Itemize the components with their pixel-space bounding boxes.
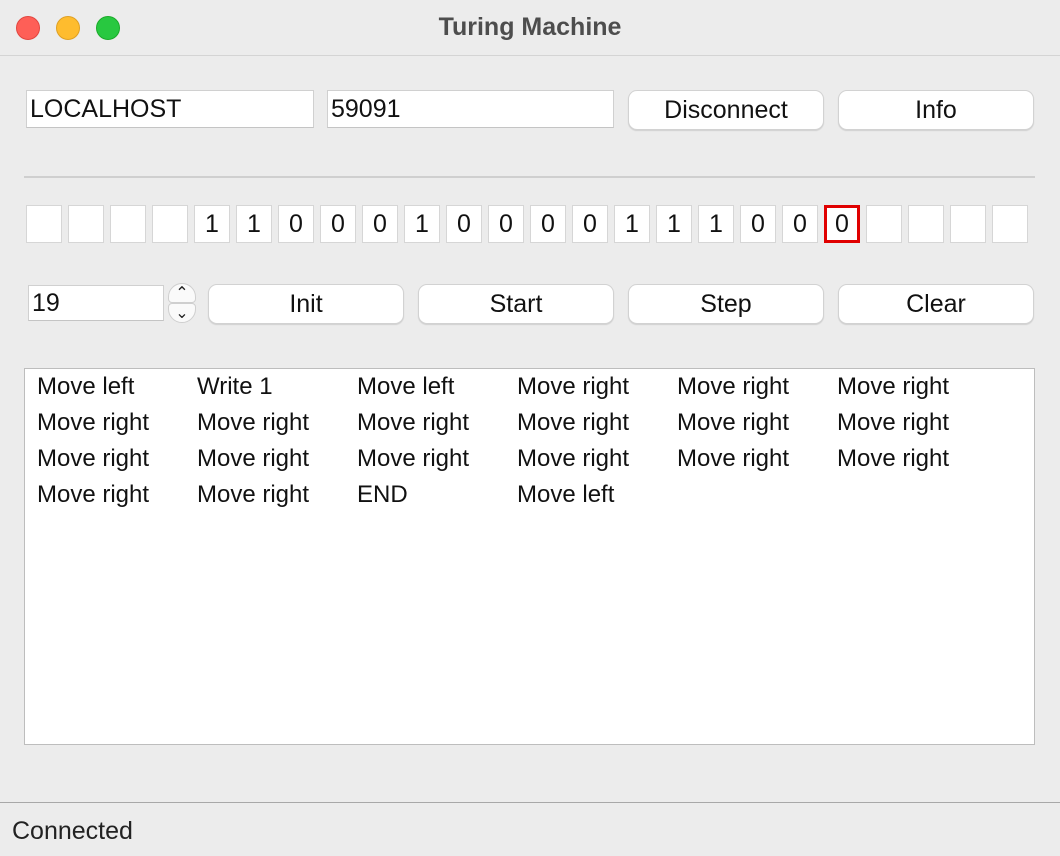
tape-cell[interactable]: 1 <box>194 205 230 243</box>
log-entry[interactable]: Move right <box>837 373 949 401</box>
log-entry[interactable]: Move right <box>37 445 149 473</box>
tape-cell[interactable] <box>950 205 986 243</box>
log-entry[interactable]: Move right <box>197 409 309 437</box>
tape-cell[interactable]: 0 <box>446 205 482 243</box>
log-entry[interactable]: Move right <box>197 481 309 509</box>
tape-cell[interactable]: 1 <box>656 205 692 243</box>
position-input[interactable] <box>28 285 164 321</box>
tape-cell[interactable]: 1 <box>698 205 734 243</box>
log-entry[interactable]: Move right <box>517 373 629 401</box>
tape-cell[interactable] <box>110 205 146 243</box>
tape-cell[interactable] <box>992 205 1028 243</box>
tape-cell[interactable] <box>26 205 62 243</box>
tape-cell[interactable] <box>866 205 902 243</box>
tape: 1100010000111000 <box>26 205 1034 243</box>
title-bar: Turing Machine <box>0 0 1060 56</box>
log-entry[interactable]: Move right <box>837 445 949 473</box>
port-input[interactable] <box>327 90 614 128</box>
chevron-up-icon[interactable]: ⌃ <box>168 283 196 303</box>
tape-head-cell[interactable]: 0 <box>824 205 860 243</box>
log-entry[interactable]: Move right <box>37 481 149 509</box>
position-stepper[interactable]: ⌃ ⌄ <box>168 283 196 323</box>
tape-cell[interactable] <box>908 205 944 243</box>
tape-cell[interactable] <box>68 205 104 243</box>
clear-button[interactable]: Clear <box>838 284 1034 324</box>
log-entry[interactable]: Move right <box>37 409 149 437</box>
tape-cell[interactable]: 0 <box>488 205 524 243</box>
log-list[interactable]: Move left Write 1 Move left Move right Move … <box>24 368 1035 745</box>
log-entry[interactable]: END <box>357 481 408 509</box>
tape-cell[interactable]: 1 <box>404 205 440 243</box>
disconnect-button[interactable]: Disconnect <box>628 90 824 130</box>
log-entry[interactable]: Move right <box>357 445 469 473</box>
log-entry[interactable]: Move right <box>837 409 949 437</box>
tape-cell[interactable]: 1 <box>614 205 650 243</box>
start-button[interactable]: Start <box>418 284 614 324</box>
status-bar: Connected <box>0 802 1060 856</box>
log-entry[interactable]: Move left <box>357 373 454 401</box>
tape-cell[interactable] <box>152 205 188 243</box>
tape-cell[interactable]: 0 <box>782 205 818 243</box>
log-entry[interactable]: Move left <box>37 373 134 401</box>
status-text: Connected <box>12 817 133 845</box>
tape-cell[interactable]: 0 <box>278 205 314 243</box>
separator <box>24 176 1035 178</box>
init-button[interactable]: Init <box>208 284 404 324</box>
log-entry[interactable]: Move right <box>357 409 469 437</box>
log-entry[interactable]: Move right <box>677 409 789 437</box>
log-entry[interactable]: Write 1 <box>197 373 273 401</box>
log-entry[interactable]: Move right <box>197 445 309 473</box>
tape-cell[interactable]: 1 <box>236 205 272 243</box>
tape-cell[interactable]: 0 <box>530 205 566 243</box>
host-input[interactable] <box>26 90 314 128</box>
window-title: Turing Machine <box>438 13 622 41</box>
log-entry[interactable]: Move right <box>677 445 789 473</box>
tape-cell[interactable]: 0 <box>572 205 608 243</box>
log-entry[interactable]: Move left <box>517 481 614 509</box>
tape-cell[interactable]: 0 <box>320 205 356 243</box>
log-entry[interactable]: Move right <box>677 373 789 401</box>
tape-cell[interactable]: 0 <box>362 205 398 243</box>
step-button[interactable]: Step <box>628 284 824 324</box>
chevron-down-icon[interactable]: ⌄ <box>168 303 196 323</box>
tape-cell[interactable]: 0 <box>740 205 776 243</box>
log-entry[interactable]: Move right <box>517 409 629 437</box>
info-button[interactable]: Info <box>838 90 1034 130</box>
log-entry[interactable]: Move right <box>517 445 629 473</box>
